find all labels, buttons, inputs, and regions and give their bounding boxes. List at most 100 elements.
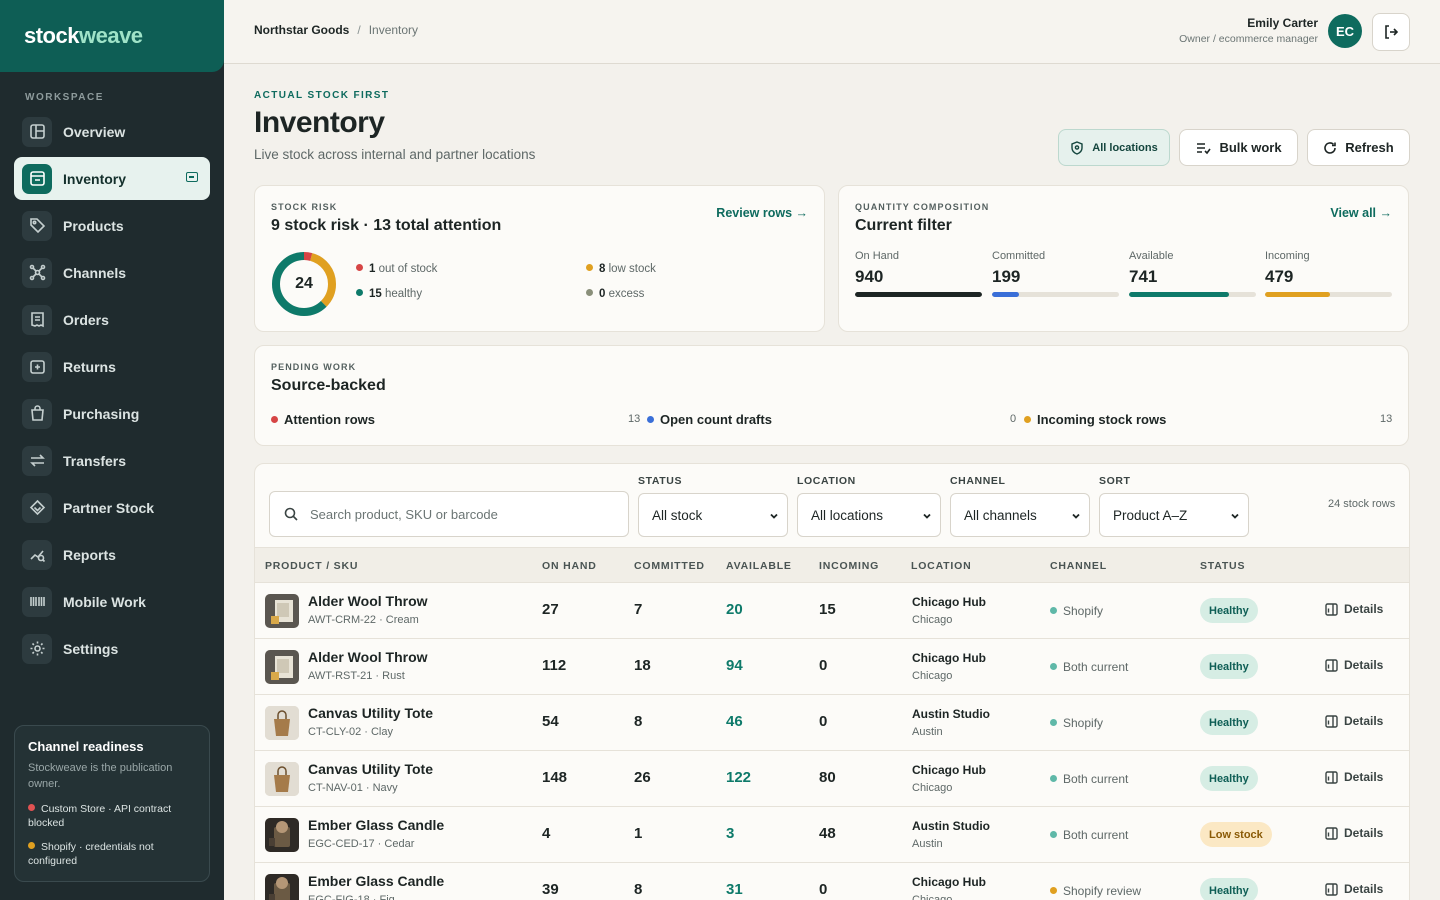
table-row[interactable]: Ember Glass Candle EGC-CED-17 · Cedar 4 1 3 4… <box>255 807 1409 863</box>
product-sku: EGC-FIG-18 · Fig <box>308 894 395 900</box>
status-select[interactable]: All stock <box>638 493 788 537</box>
table-row[interactable]: Canvas Utility Tote CT-NAV-01 · Navy 148 26… <box>255 751 1409 807</box>
product-thumbnail <box>265 650 299 684</box>
product-name[interactable]: Alder Wool Throw <box>308 649 428 665</box>
chart-icon <box>22 539 52 570</box>
readiness-item-text: Custom Store · API contract blocked <box>28 803 172 829</box>
product-name[interactable]: Alder Wool Throw <box>308 593 428 609</box>
sidebar-item-purchasing[interactable]: Purchasing <box>14 392 210 435</box>
location-name: Chicago Hub <box>912 875 986 889</box>
details-button[interactable]: Details <box>1325 714 1383 728</box>
pending-attention-rows[interactable]: Attention rows <box>271 412 375 427</box>
quantity-label: On Hand <box>855 250 900 262</box>
sort-filter-label: SORT <box>1099 475 1131 487</box>
col-product[interactable]: PRODUCT / SKU <box>265 560 358 572</box>
location-name: Chicago Hub <box>912 651 986 665</box>
col-incoming[interactable]: INCOMING <box>819 560 879 572</box>
sort-select[interactable]: Product A–Z <box>1099 493 1249 537</box>
product-name[interactable]: Canvas Utility Tote <box>308 705 433 721</box>
table-row[interactable]: Alder Wool Throw AWT-RST-21 · Rust 112 18 94… <box>255 639 1409 695</box>
sidebar-item-channels[interactable]: Channels <box>14 251 210 294</box>
col-channel[interactable]: CHANNEL <box>1050 560 1107 572</box>
product-name[interactable]: Ember Glass Candle <box>308 817 444 833</box>
details-label: Details <box>1344 714 1384 728</box>
channel-filter-label: CHANNEL <box>950 475 1006 487</box>
channel-text: Shopify review <box>1063 884 1142 898</box>
col-committed[interactable]: COMMITTED <box>634 560 705 572</box>
pending-open-count-drafts[interactable]: Open count drafts <box>647 412 772 427</box>
sidebar-item-orders[interactable]: Orders <box>14 298 210 341</box>
quantity-label: Committed <box>992 250 1046 262</box>
location-select[interactable]: All locations <box>797 493 941 537</box>
sidebar-item-partner-stock[interactable]: Partner Stock <box>14 486 210 529</box>
details-button[interactable]: Details <box>1325 882 1383 896</box>
search-field[interactable] <box>269 491 629 537</box>
available-value: 20 <box>726 601 743 618</box>
avatar[interactable]: EC <box>1328 14 1362 48</box>
col-available[interactable]: AVAILABLE <box>726 560 792 572</box>
status-filter-label: STATUS <box>638 475 683 487</box>
pending-count: 13 <box>1380 413 1393 425</box>
bulk-work-button[interactable]: Bulk work <box>1179 129 1298 166</box>
breadcrumb-root[interactable]: Northstar Goods <box>254 23 349 37</box>
channel-dot <box>1050 831 1057 838</box>
search-input[interactable] <box>310 506 610 522</box>
quantity-incoming: Incoming 479 <box>1265 250 1392 297</box>
available-value: 3 <box>726 825 735 842</box>
sidebar-item-overview[interactable]: Overview <box>14 110 210 153</box>
location-city: Austin <box>912 838 943 850</box>
sidebar-item-transfers[interactable]: Transfers <box>14 439 210 482</box>
committed-value: 8 <box>634 713 643 730</box>
sidebar-item-mobile-work[interactable]: Mobile Work <box>14 580 210 623</box>
logout-button[interactable] <box>1372 13 1410 51</box>
pending-count: 13 <box>628 413 641 425</box>
channel-select[interactable]: All channels <box>950 493 1090 537</box>
breadcrumb-separator: / <box>357 23 361 37</box>
refresh-button[interactable]: Refresh <box>1307 129 1410 166</box>
readiness-item-custom-store: Custom Store · API contract blocked <box>28 802 196 830</box>
page-eyebrow: ACTUAL STOCK FIRST <box>254 90 390 101</box>
pending-incoming-stock-rows[interactable]: Incoming stock rows <box>1024 412 1166 427</box>
receipt-icon <box>22 304 52 335</box>
sidebar-item-label: Products <box>63 217 124 234</box>
product-name[interactable]: Ember Glass Candle <box>308 873 444 889</box>
sidebar-item-reports[interactable]: Reports <box>14 533 210 576</box>
all-locations-button[interactable]: All locations <box>1058 129 1170 166</box>
sidebar-item-settings[interactable]: Settings <box>14 627 210 670</box>
location-select-value: All locations <box>811 507 884 523</box>
details-button[interactable]: Details <box>1325 658 1383 672</box>
details-button[interactable]: Details <box>1325 826 1383 840</box>
sidebar-item-returns[interactable]: Returns <box>14 345 210 388</box>
channel-text: Shopify <box>1063 716 1104 730</box>
col-on-hand[interactable]: ON HAND <box>542 560 597 572</box>
quantity-bar <box>855 292 982 297</box>
table-row[interactable]: Ember Glass Candle EGC-FIG-18 · Fig 39 8 31 0… <box>255 863 1409 900</box>
details-label: Details <box>1344 770 1384 784</box>
table-row[interactable]: Alder Wool Throw AWT-CRM-22 · Cream 27 7 20 1… <box>255 583 1409 639</box>
product-name[interactable]: Canvas Utility Tote <box>308 761 433 777</box>
details-icon <box>1325 882 1338 896</box>
review-rows-link[interactable]: Review rows → <box>716 206 808 220</box>
view-all-link[interactable]: View all → <box>1330 206 1392 220</box>
incoming-value: 48 <box>819 825 836 842</box>
sidebar-item-products[interactable]: Products <box>14 204 210 247</box>
chevron-down-icon <box>1231 513 1239 519</box>
status-badge: Healthy <box>1200 654 1258 679</box>
return-icon <box>22 351 52 382</box>
channel-status: Shopify review <box>1050 884 1141 898</box>
sidebar-item-inventory[interactable]: Inventory <box>14 157 210 200</box>
brand-logo[interactable]: stock weave <box>0 0 224 72</box>
legend-label: out of stock <box>378 263 438 275</box>
details-button[interactable]: Details <box>1325 770 1383 784</box>
partner-icon <box>22 492 52 523</box>
location-shield-icon <box>1071 140 1083 155</box>
col-status[interactable]: STATUS <box>1200 560 1245 572</box>
legend-excess: 0 excess <box>586 288 644 300</box>
sidebar-item-label: Reports <box>63 546 116 563</box>
col-location[interactable]: LOCATION <box>911 560 971 572</box>
table-row[interactable]: Canvas Utility Tote CT-CLY-02 · Clay 54 8 46… <box>255 695 1409 751</box>
available-value: 94 <box>726 657 743 674</box>
user-name: Emily Carter <box>1247 16 1318 30</box>
user-info: Emily Carter Owner / ecommerce manager <box>1179 16 1318 45</box>
details-button[interactable]: Details <box>1325 602 1383 616</box>
